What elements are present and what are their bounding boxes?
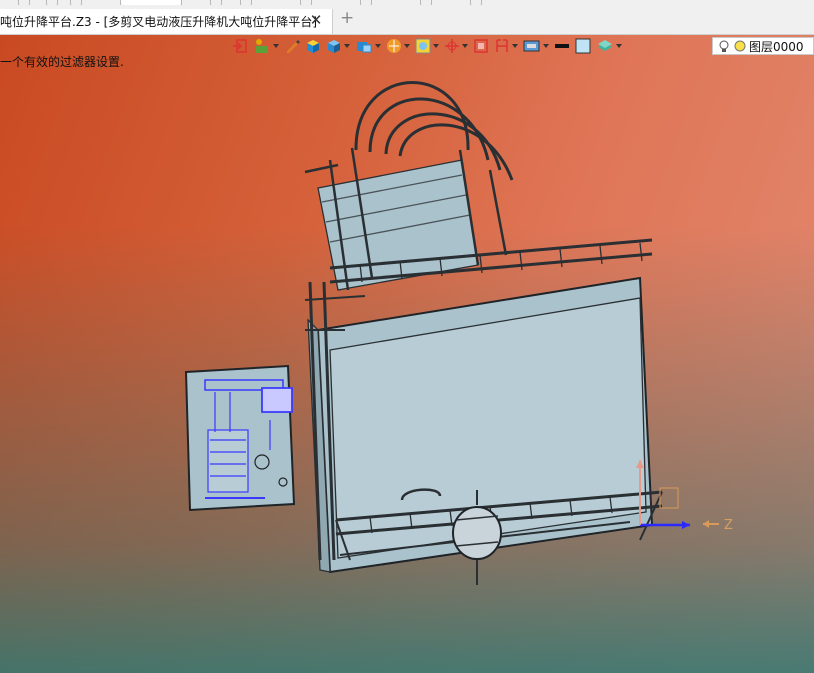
3d-viewport[interactable]: 图层0000 一个有效的过滤器设置. Z <box>0 35 814 673</box>
hydraulic-power-unit[interactable] <box>184 364 296 512</box>
platform-model[interactable] <box>304 81 663 586</box>
z-axis-label: Z <box>724 518 733 533</box>
add-tab-icon[interactable]: + <box>340 10 354 27</box>
tab-bar: 吨位升降平台.Z3 - [多剪叉电动液压升降机大吨位升降平台] ✕ + <box>0 0 814 35</box>
model-scene[interactable]: Z <box>0 35 814 673</box>
document-tab-title: 吨位升降平台.Z3 - [多剪叉电动液压升降机大吨位升降平台] <box>0 15 317 29</box>
document-tab[interactable]: 吨位升降平台.Z3 - [多剪叉电动液压升降机大吨位升降平台] ✕ <box>0 9 333 34</box>
toolbar-remnant <box>0 0 520 5</box>
close-tab-icon[interactable]: ✕ <box>308 12 324 28</box>
